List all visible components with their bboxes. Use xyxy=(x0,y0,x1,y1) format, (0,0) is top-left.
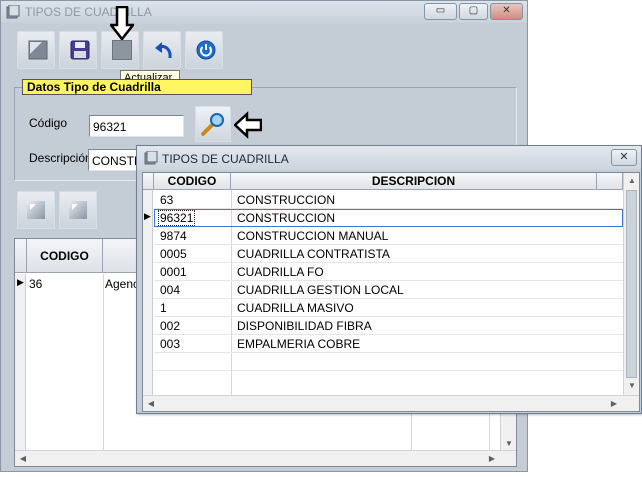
lookup-cell-descripcion: DISPONIBILIDAD FIBRA xyxy=(237,319,372,333)
undo-icon xyxy=(155,42,172,59)
group-title: Datos Tipo de Cuadrilla xyxy=(22,79,252,95)
lookup-row[interactable]: 0001 CUADRILLA FO xyxy=(154,263,623,281)
lookup-cell-descripcion: EMPALMERIA COBRE xyxy=(237,337,361,351)
current-row-marker-icon: ▶ xyxy=(17,277,24,287)
column-header-codigo[interactable]: CODIGO xyxy=(27,239,103,273)
previous-record-icon xyxy=(69,201,87,219)
scroll-left-icon[interactable]: ◀ xyxy=(143,396,159,412)
row-selector-column xyxy=(143,173,153,395)
lookup-dialog: TIPOS DE CUADRILLA ✕ CODIGO DESCRIPCION … xyxy=(136,145,642,414)
save-icon xyxy=(70,40,90,60)
power-icon xyxy=(196,40,216,60)
previous-button[interactable] xyxy=(59,191,97,229)
lookup-cell-codigo: 003 xyxy=(160,337,181,351)
row-header-corner xyxy=(15,239,27,273)
lookup-cell-descripcion: CONSTRUCCION xyxy=(237,193,335,207)
lookup-row[interactable]: 63 CONSTRUCCION xyxy=(154,191,623,209)
app-icon xyxy=(6,5,20,19)
lookup-row[interactable]: 004 CUADRILLA GESTION LOCAL xyxy=(154,281,623,299)
lookup-cell-codigo: 002 xyxy=(160,319,181,333)
app-icon xyxy=(144,151,158,165)
new-doc-icon xyxy=(28,40,48,60)
minimize-button[interactable]: ▭ xyxy=(424,3,457,20)
lookup-close-button[interactable]: ✕ xyxy=(611,149,637,166)
main-grid-horizontal-scrollbar[interactable]: ◀ ▶ xyxy=(15,450,516,466)
lookup-cell-codigo: 0005 xyxy=(160,247,187,261)
exit-button[interactable] xyxy=(185,31,223,69)
column-divider xyxy=(103,274,104,452)
lookup-cell-descripcion: CUADRILLA FO xyxy=(237,265,324,279)
lookup-cell-codigo: 1 xyxy=(160,301,167,315)
save-button[interactable] xyxy=(59,31,97,69)
column-header-blank xyxy=(597,173,623,190)
row-divider xyxy=(154,370,623,371)
scroll-thumb[interactable] xyxy=(626,190,637,378)
column-header-codigo[interactable]: CODIGO xyxy=(154,173,231,190)
lookup-cell-codigo: 004 xyxy=(160,283,181,297)
scroll-right-icon[interactable]: ▶ xyxy=(484,451,500,467)
current-row-marker-icon: ▶ xyxy=(144,211,151,221)
close-button[interactable]: ✕ xyxy=(490,3,523,20)
search-icon xyxy=(201,113,224,136)
lookup-cell-codigo: 63 xyxy=(160,193,174,207)
lookup-cell-descripcion: CUADRILLA MASIVO xyxy=(237,301,354,315)
minimize-icon: ▭ xyxy=(435,5,446,16)
lookup-row[interactable]: 003 EMPALMERIA COBRE xyxy=(154,335,623,353)
main-title-bar[interactable]: TIPOS DE CUADRILLA ▭ ▢ ✕ xyxy=(1,1,527,23)
scroll-up-icon[interactable]: ▲ xyxy=(624,173,640,189)
scroll-down-icon[interactable]: ▼ xyxy=(624,378,640,394)
arrow-down-icon xyxy=(110,6,134,40)
lookup-cell-descripcion: CONSTRUCCION xyxy=(237,211,335,225)
close-icon: ✕ xyxy=(502,5,511,16)
undo-button[interactable] xyxy=(143,31,181,69)
lookup-cell-descripcion: CONSTRUCCION MANUAL xyxy=(237,229,389,243)
lookup-row[interactable]: 1 CUADRILLA MASIVO xyxy=(154,299,623,317)
lookup-row[interactable]: 0005 CUADRILLA CONTRATISTA xyxy=(154,245,623,263)
lookup-cell-codigo: 0001 xyxy=(160,265,187,279)
column-header-descripcion[interactable]: DESCRIPCION xyxy=(231,173,597,190)
scroll-left-icon[interactable]: ◀ xyxy=(15,451,31,467)
lookup-cell-codigo: 9874 xyxy=(160,229,187,243)
lookup-row[interactable]: 002 DISPONIBILIDAD FIBRA xyxy=(154,317,623,335)
maximize-button[interactable]: ▢ xyxy=(459,3,488,20)
lookup-grid[interactable]: CODIGO DESCRIPCION 63 CONSTRUCCION 96321… xyxy=(142,172,640,412)
lookup-row-selected[interactable]: 96321 CONSTRUCCION xyxy=(154,209,623,227)
lookup-cell-descripcion: CUADRILLA GESTION LOCAL xyxy=(237,283,404,297)
search-button[interactable] xyxy=(195,106,231,142)
lookup-vertical-scrollbar[interactable]: ▲ ▼ xyxy=(623,173,639,395)
row-selector-column xyxy=(15,274,26,452)
close-icon: ✕ xyxy=(619,151,629,163)
first-record-icon xyxy=(27,201,45,219)
first-button[interactable] xyxy=(17,191,55,229)
arrow-left-icon xyxy=(234,111,262,139)
codigo-field[interactable]: 96321 xyxy=(89,115,184,137)
maximize-icon: ▢ xyxy=(468,5,479,16)
lookup-cell-codigo: 96321 xyxy=(157,210,196,226)
codigo-label: Código xyxy=(29,116,68,130)
lookup-cell-descripcion: CUADRILLA CONTRATISTA xyxy=(237,247,390,261)
scroll-right-icon[interactable]: ▶ xyxy=(606,396,622,412)
row-header-corner xyxy=(143,173,154,190)
lookup-horizontal-scrollbar[interactable]: ◀ ▶ xyxy=(143,395,639,411)
update-icon xyxy=(112,40,132,60)
descripcion-label: Descripción xyxy=(29,151,92,165)
lookup-row[interactable]: 9874 CONSTRUCCION MANUAL xyxy=(154,227,623,245)
lookup-title-bar[interactable]: TIPOS DE CUADRILLA ✕ xyxy=(137,146,641,170)
lookup-title: TIPOS DE CUADRILLA xyxy=(162,152,289,166)
new-button[interactable] xyxy=(17,31,55,69)
grid-cell-codigo[interactable]: 36 xyxy=(29,277,42,291)
